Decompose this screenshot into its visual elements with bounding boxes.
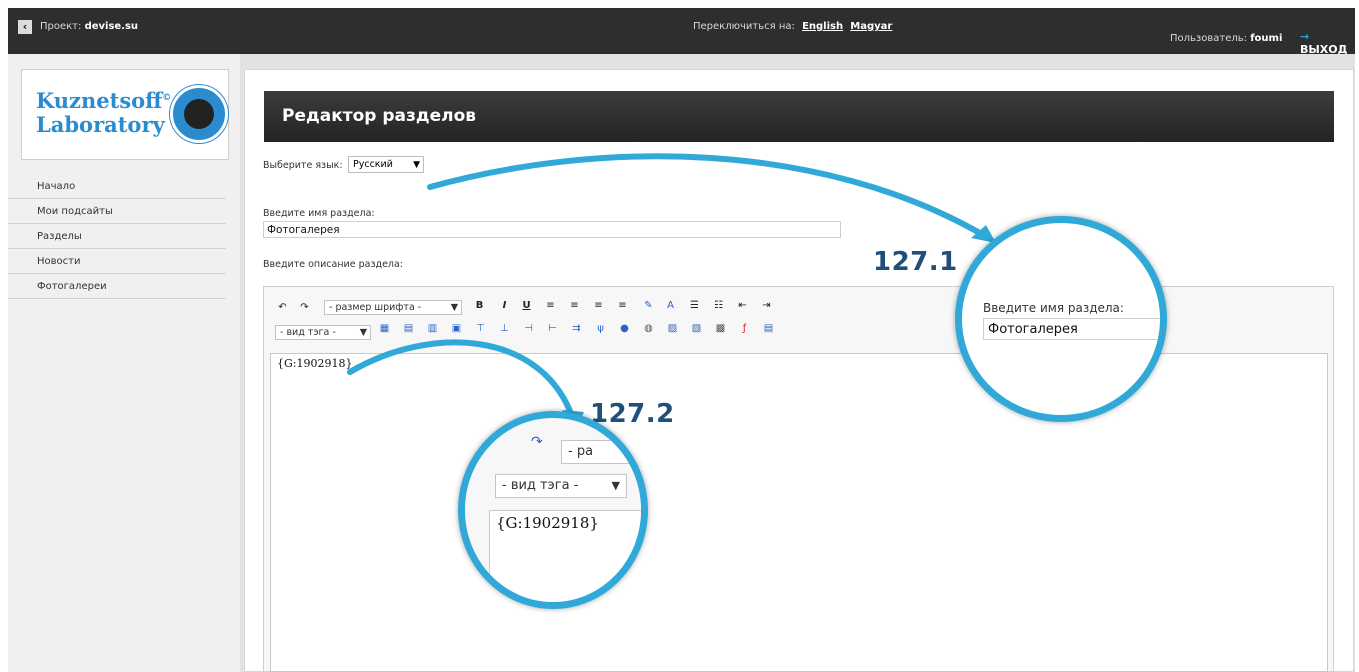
callout-editor-text: {G:1902918} bbox=[496, 514, 599, 532]
callout-tag-select: - вид тэга - ▼ bbox=[495, 474, 627, 498]
zoom-callout-2: ↷ - ра - вид тэга - ▼ {G:1902918} bbox=[458, 411, 648, 609]
chevron-down-icon: ▼ bbox=[611, 479, 620, 492]
callout-name-label: Введите имя раздела: bbox=[983, 301, 1124, 315]
callout-name-input: Фотогалерея bbox=[983, 318, 1160, 340]
callout-number-1: 127.1 bbox=[873, 247, 958, 277]
zoom-callout-1: Введите имя раздела: Фотогалерея bbox=[955, 216, 1167, 422]
callout-editor-area: {G:1902918} bbox=[489, 510, 641, 602]
redo-icon: ↷ bbox=[531, 434, 543, 450]
callout-font-size-select: - ра bbox=[561, 440, 641, 464]
